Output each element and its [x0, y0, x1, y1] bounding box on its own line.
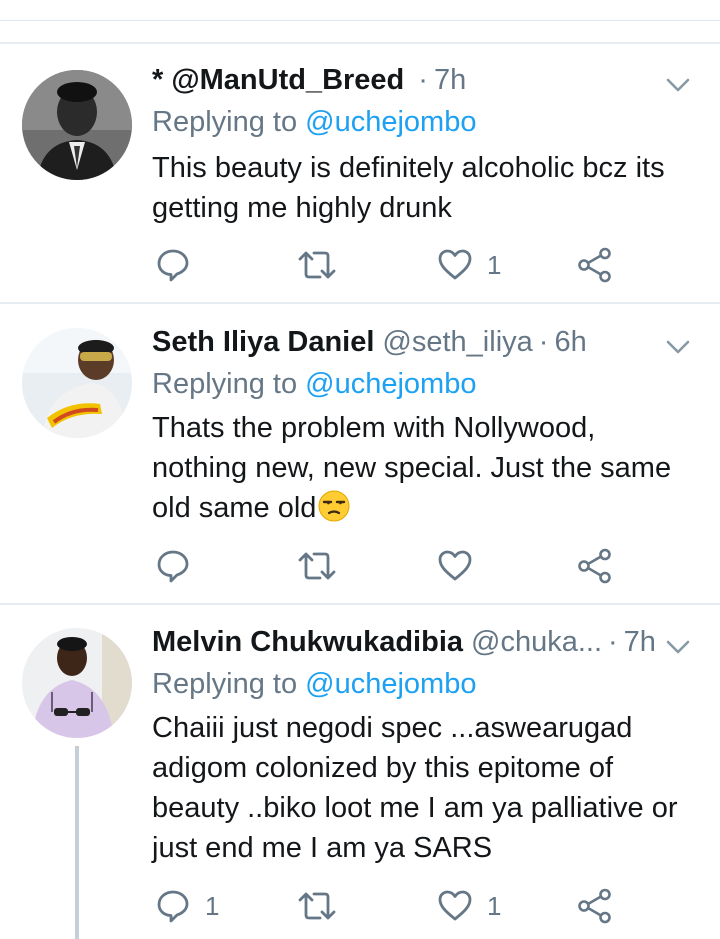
reply-icon	[155, 247, 191, 283]
replying-to: Replying to @uchejombo	[152, 102, 476, 142]
like-icon	[437, 247, 473, 283]
like-count: 1	[487, 890, 502, 921]
action-bar: 1	[0, 245, 720, 285]
tweet-divider	[0, 302, 720, 304]
share-icon	[578, 548, 612, 584]
chevron-down-icon[interactable]	[664, 68, 692, 92]
display-name[interactable]: Melvin Chukwukadibia	[152, 622, 463, 662]
reply-icon	[155, 548, 191, 584]
timestamp[interactable]: 6h	[554, 322, 586, 362]
reply-count: 1	[205, 890, 220, 921]
separator-dot: ·	[418, 64, 428, 96]
retweet-icon	[297, 548, 337, 584]
tweet-divider	[0, 42, 720, 44]
mention-link[interactable]: @uchejombo	[305, 106, 476, 138]
tweet-text-line: old same old	[152, 492, 317, 524]
timestamp[interactable]: 7h	[624, 622, 656, 662]
tweet-divider	[0, 603, 720, 605]
retweet-icon	[297, 247, 337, 283]
replying-to: Replying to @uchejombo	[152, 664, 476, 704]
tweet-text: Chaiii just negodi spec ...aswearugad ad…	[152, 708, 700, 868]
user-handle[interactable]: @seth_iliya	[382, 322, 532, 362]
tweet-text-line-with-emoji: old same old	[152, 488, 700, 528]
reply-button[interactable]	[155, 546, 205, 586]
share-button[interactable]	[578, 546, 612, 586]
tweet-text-line: This beauty is definitely alcoholic bcz …	[152, 152, 665, 184]
tweet-text-line: adigom colonized by this epitome of	[152, 752, 614, 784]
like-button[interactable]: 1	[437, 886, 501, 926]
like-icon	[437, 888, 473, 924]
tweet-text: This beauty is definitely alcoholic bcz …	[152, 148, 700, 228]
tweet[interactable]: Melvin Chukwukadibia @chuka... · 7h Repl…	[0, 622, 720, 939]
tweet-text-line: nothing new, new special. Just the same	[152, 452, 672, 484]
like-button[interactable]: 1	[437, 245, 501, 285]
separator-dot: ·	[538, 326, 549, 358]
chevron-down-icon[interactable]	[664, 630, 692, 654]
separator-dot: ·	[608, 626, 618, 658]
action-bar: 1 1	[0, 886, 720, 926]
user-handle[interactable]: @chuka...	[471, 622, 602, 662]
display-name[interactable]: * @ManUtd_Breed	[152, 60, 404, 100]
tweet-text-line: just end me I am ya SARS	[152, 832, 493, 864]
replying-to-label: Replying to	[152, 368, 298, 400]
like-count: 1	[487, 249, 502, 280]
replying-to: Replying to @uchejombo	[152, 364, 476, 404]
top-divider	[0, 20, 720, 21]
retweet-button[interactable]	[297, 886, 351, 926]
tweet-text-line: getting me highly drunk	[152, 192, 452, 224]
mention-link[interactable]: @uchejombo	[305, 668, 476, 700]
tweet-text-line: Thats the problem with Nollywood,	[152, 412, 596, 444]
unamused-face-emoji	[318, 490, 350, 522]
share-button[interactable]	[578, 245, 612, 285]
action-bar	[0, 546, 720, 586]
tweet-header: * @ManUtd_Breed · 7h	[152, 60, 692, 100]
share-icon	[578, 888, 612, 924]
avatar[interactable]	[22, 70, 132, 180]
tweet-text: Thats the problem with Nollywood, nothin…	[152, 408, 700, 528]
chevron-down-icon[interactable]	[664, 330, 692, 354]
share-icon	[578, 247, 612, 283]
avatar[interactable]	[22, 328, 132, 438]
reply-button[interactable]: 1	[155, 886, 219, 926]
like-button[interactable]	[437, 546, 487, 586]
mention-link[interactable]: @uchejombo	[305, 368, 476, 400]
replying-to-label: Replying to	[152, 668, 298, 700]
tweet-text-line: Chaiii just negodi spec ...aswearugad	[152, 712, 633, 744]
reply-button[interactable]	[155, 245, 205, 285]
share-button[interactable]	[578, 886, 612, 926]
retweet-icon	[297, 888, 337, 924]
reply-icon	[155, 888, 191, 924]
display-name[interactable]: Seth Iliya Daniel	[152, 322, 374, 362]
tweet[interactable]: * @ManUtd_Breed · 7h Replying to @uchejo…	[0, 60, 720, 300]
tweet-header: Seth Iliya Daniel @seth_iliya · 6h	[152, 322, 692, 362]
retweet-button[interactable]	[297, 546, 351, 586]
timestamp[interactable]: 7h	[434, 60, 466, 100]
avatar[interactable]	[22, 628, 132, 738]
tweet-header: Melvin Chukwukadibia @chuka... · 7h	[152, 622, 692, 662]
retweet-button[interactable]	[297, 245, 351, 285]
like-icon	[437, 548, 473, 584]
tweet[interactable]: Seth Iliya Daniel @seth_iliya · 6h Reply…	[0, 322, 720, 602]
replying-to-label: Replying to	[152, 106, 298, 138]
tweet-text-line: beauty ..biko loot me I am ya palliative…	[152, 792, 678, 824]
